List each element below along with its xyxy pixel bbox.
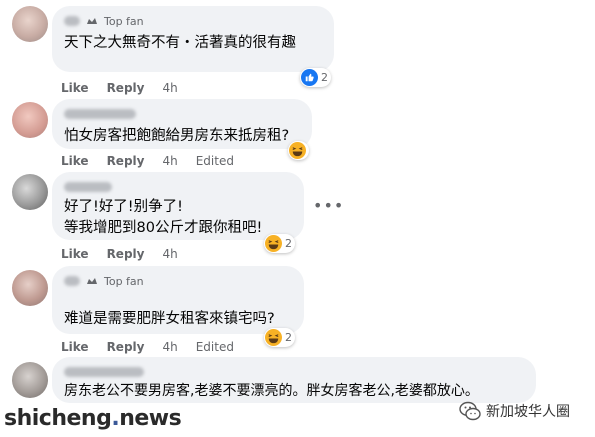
timestamp[interactable]: 4h bbox=[162, 154, 177, 168]
author-row: Top fan bbox=[64, 13, 322, 29]
edited-label[interactable]: Edited bbox=[196, 340, 234, 354]
like-button[interactable]: Like bbox=[61, 247, 89, 261]
author-name[interactable] bbox=[64, 16, 80, 26]
reaction-summary[interactable]: 2 bbox=[264, 328, 295, 347]
author-name[interactable] bbox=[64, 109, 136, 119]
reaction-count: 2 bbox=[285, 237, 292, 250]
comment-text: 天下之大無奇不有・活著真的很有趣 bbox=[64, 35, 296, 51]
comment-text: 等我增肥到80公斤才跟你租吧! bbox=[64, 220, 263, 236]
wechat-watermark: 新加坡华人圈 bbox=[458, 399, 570, 423]
author-row bbox=[64, 179, 292, 195]
timestamp[interactable]: 4h bbox=[162, 81, 177, 95]
comment-text: 怕女房客把飽飽給男房东来抵房租? bbox=[64, 128, 290, 144]
timestamp[interactable]: 4h bbox=[162, 247, 177, 261]
wechat-icon bbox=[459, 401, 481, 421]
top-fan-badge-icon bbox=[87, 278, 97, 284]
avatar[interactable] bbox=[12, 270, 48, 306]
watermark: shicheng.news bbox=[4, 406, 182, 431]
haha-reaction-icon bbox=[265, 329, 282, 346]
reaction-summary[interactable]: 2 bbox=[264, 234, 295, 253]
more-horizontal-icon[interactable]: ••• bbox=[313, 196, 344, 215]
avatar[interactable] bbox=[12, 102, 48, 138]
author-name[interactable] bbox=[64, 276, 80, 286]
like-button[interactable]: Like bbox=[61, 81, 89, 95]
watermark-left: shicheng bbox=[4, 406, 112, 431]
reply-button[interactable]: Reply bbox=[107, 247, 145, 261]
watermark-right: news bbox=[119, 406, 182, 431]
comment-text: 房东老公不要男房客,老婆不要漂亮的。胖女房客老公,老婆都放心。 bbox=[64, 383, 479, 399]
comment-text: 难道是需要肥胖女租客來镇宅吗? bbox=[64, 311, 275, 327]
reaction-count: 2 bbox=[321, 71, 328, 84]
comment-bubble: Top fan 天下之大無奇不有・活著真的很有趣 bbox=[52, 6, 334, 72]
like-reaction-icon bbox=[301, 69, 318, 86]
reaction-summary[interactable]: 2 bbox=[300, 68, 331, 87]
comment-actions: Like Reply 4h Edited bbox=[61, 154, 234, 168]
comment-bubble: 怕女房客把飽飽給男房东来抵房租? bbox=[52, 99, 312, 149]
top-fan-badge: Top fan bbox=[104, 274, 144, 288]
edited-label[interactable]: Edited bbox=[196, 154, 234, 168]
reaction-count: 2 bbox=[285, 331, 292, 344]
top-fan-badge: Top fan bbox=[104, 14, 144, 28]
reply-button[interactable]: Reply bbox=[107, 340, 145, 354]
avatar[interactable] bbox=[12, 362, 48, 398]
comment-text: 好了!好了!别争了! bbox=[64, 199, 183, 215]
wechat-account-name: 新加坡华人圈 bbox=[486, 404, 570, 420]
reaction-summary[interactable] bbox=[288, 141, 309, 160]
comment-actions: Like Reply 4h bbox=[61, 247, 178, 261]
comment-actions: Like Reply 4h Edited bbox=[61, 340, 234, 354]
comment-bubble: Top fan 难道是需要肥胖女租客來镇宅吗? bbox=[52, 266, 304, 334]
comment-bubble: 房东老公不要男房客,老婆不要漂亮的。胖女房客老公,老婆都放心。 bbox=[52, 357, 536, 403]
reply-button[interactable]: Reply bbox=[107, 154, 145, 168]
reply-button[interactable]: Reply bbox=[107, 81, 145, 95]
author-row bbox=[64, 364, 524, 380]
haha-reaction-icon bbox=[289, 142, 306, 159]
avatar[interactable] bbox=[12, 6, 48, 42]
author-name[interactable] bbox=[64, 182, 112, 192]
like-button[interactable]: Like bbox=[61, 340, 89, 354]
comment-bubble: 好了!好了!别争了! 等我增肥到80公斤才跟你租吧! bbox=[52, 172, 304, 240]
author-name[interactable] bbox=[64, 367, 144, 377]
avatar[interactable] bbox=[12, 174, 48, 210]
author-row: Top fan bbox=[64, 273, 292, 289]
top-fan-badge-icon bbox=[87, 18, 97, 24]
like-button[interactable]: Like bbox=[61, 154, 89, 168]
timestamp[interactable]: 4h bbox=[162, 340, 177, 354]
author-row bbox=[64, 106, 300, 122]
haha-reaction-icon bbox=[265, 235, 282, 252]
comment-actions: Like Reply 4h bbox=[61, 81, 178, 95]
